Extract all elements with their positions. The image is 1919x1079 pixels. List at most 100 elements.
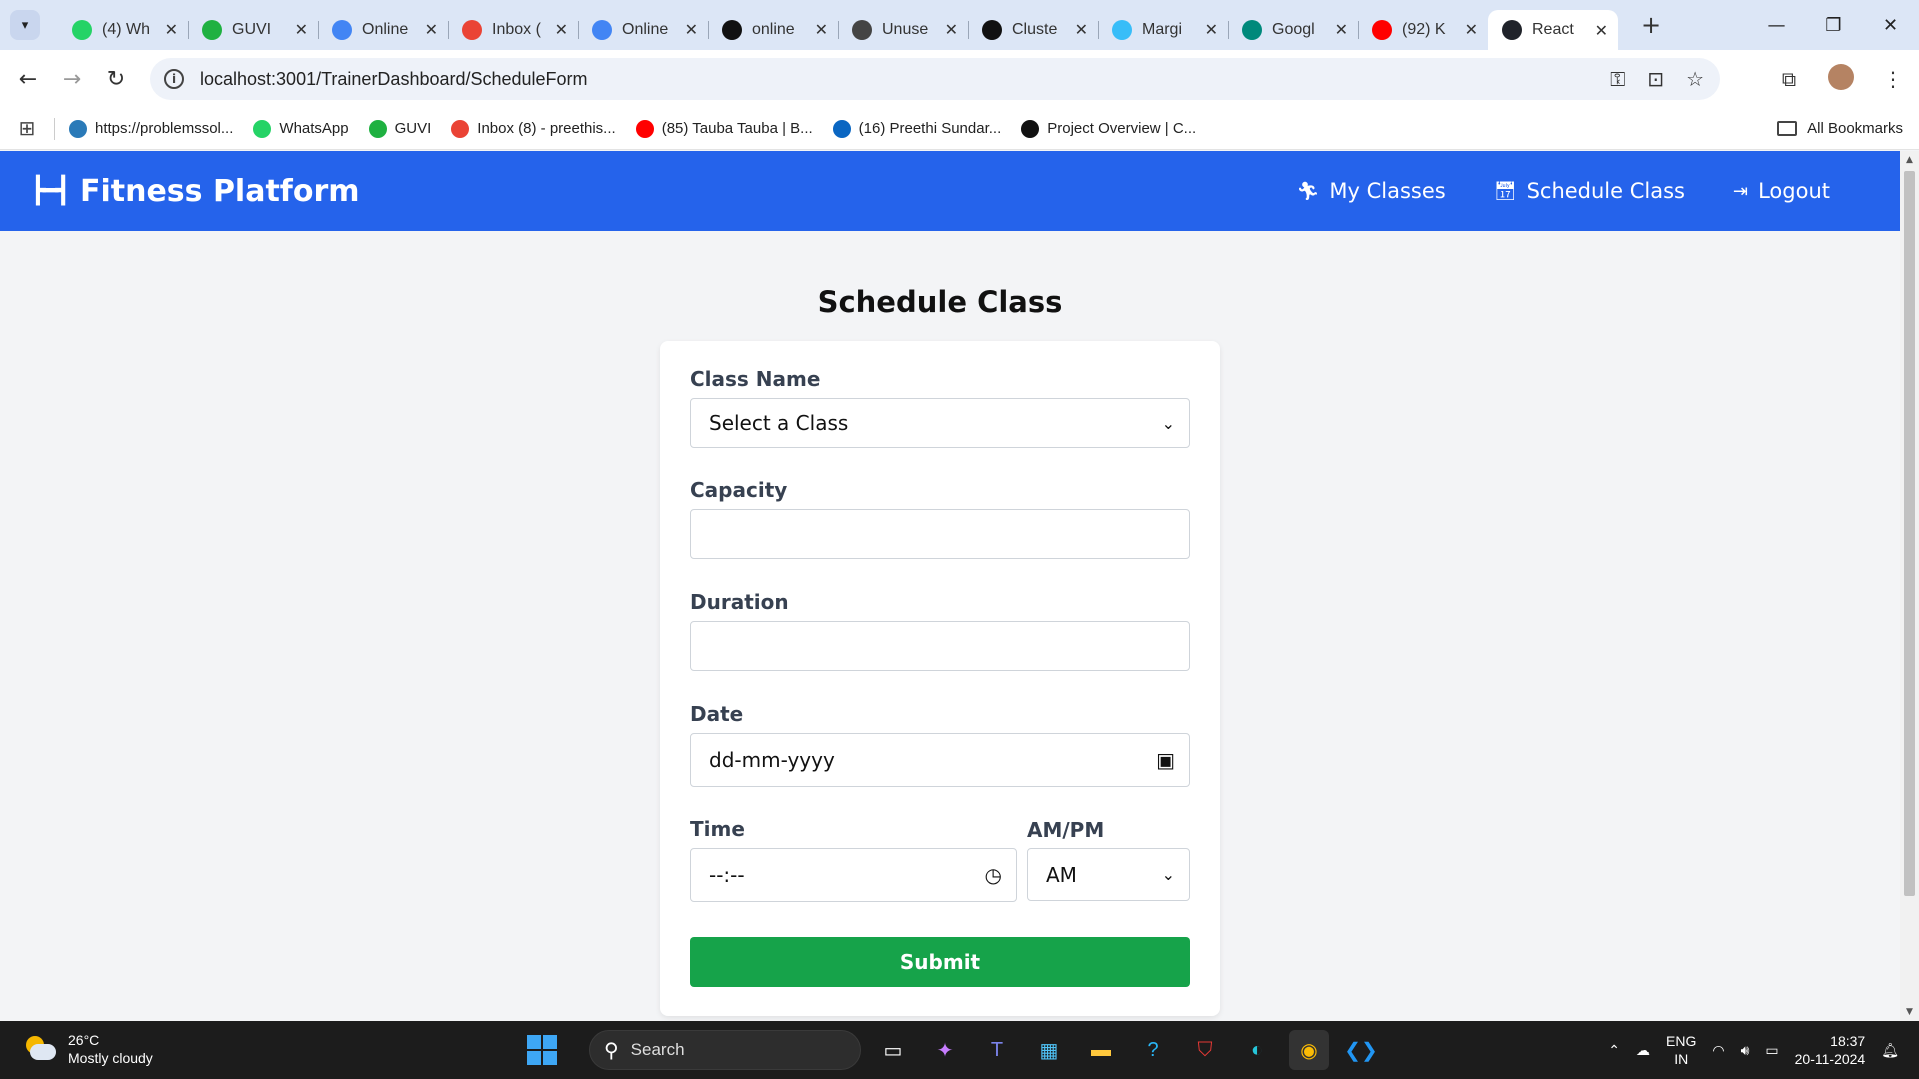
edge-icon[interactable]: ◐ — [1237, 1030, 1277, 1070]
apps-grid-icon[interactable]: ⊞ — [0, 117, 55, 140]
bookmark-item[interactable]: (16) Preethi Sundar... — [832, 119, 1001, 138]
bookmark-item[interactable]: https://problemssol... — [69, 119, 233, 138]
capacity-input[interactable] — [690, 509, 1190, 559]
teams-icon[interactable]: T — [977, 1030, 1017, 1070]
tab-close-icon[interactable]: ✕ — [1465, 20, 1478, 39]
bookmark-item[interactable]: GUVI — [368, 119, 431, 138]
time-placeholder: --:-- — [709, 863, 745, 887]
scroll-thumb[interactable] — [1904, 171, 1915, 896]
brand-logo[interactable]: ┣━┫ Fitness Platform — [30, 174, 360, 209]
nav-logout[interactable]: ⇥ Logout — [1733, 179, 1830, 203]
tab-close-icon[interactable]: ✕ — [1335, 20, 1348, 39]
browser-tab[interactable]: (4) Wh ✕ — [58, 10, 188, 50]
omnibox[interactable]: i localhost:3001/TrainerDashboard/Schedu… — [150, 58, 1720, 100]
chevron-down-icon: ⌄ — [1161, 865, 1175, 884]
calendar-picker-icon[interactable]: ▣ — [1156, 748, 1175, 772]
browser-tab[interactable]: Online ✕ — [318, 10, 448, 50]
restore-icon[interactable]: ❐ — [1805, 15, 1862, 36]
tab-close-icon[interactable]: ✕ — [165, 20, 178, 39]
battery-icon[interactable]: ▭ — [1765, 1042, 1778, 1059]
dumbbell-icon: ┣━┫ — [30, 176, 71, 206]
password-key-icon[interactable]: ⚿ — [1610, 67, 1625, 91]
bookmarks-bar: ⊞ https://problemssol... WhatsApp GUVI Inbo… — [0, 108, 1919, 150]
scroll-up-icon[interactable]: ▲ — [1900, 155, 1919, 165]
bookmark-item[interactable]: WhatsApp — [253, 119, 349, 138]
language-indicator[interactable]: ENG IN — [1666, 1032, 1696, 1068]
new-tab-button[interactable]: + — [1636, 11, 1666, 39]
reload-button[interactable]: ↻ — [94, 67, 138, 92]
chevron-up-icon[interactable]: ⌃ — [1608, 1042, 1620, 1059]
profile-avatar[interactable] — [1815, 63, 1867, 95]
github-icon — [722, 19, 742, 40]
close-window-icon[interactable]: ✕ — [1862, 15, 1919, 36]
tab-close-icon[interactable]: ✕ — [555, 20, 568, 39]
help-icon[interactable]: ? — [1133, 1030, 1173, 1070]
duration-label: Duration — [690, 590, 789, 614]
browser-tab[interactable]: React ✕ — [1488, 9, 1618, 51]
browser-tab[interactable]: (92) K ✕ — [1358, 10, 1488, 50]
time-input[interactable]: --:-- ◷ — [690, 848, 1017, 902]
copilot-icon[interactable]: ✦ — [925, 1030, 965, 1070]
duration-input[interactable] — [690, 621, 1190, 671]
bookmark-item[interactable]: (85) Tauba Tauba | B... — [635, 119, 813, 138]
weather-widget[interactable]: 26°C Mostly cloudy — [22, 1031, 153, 1067]
submit-button[interactable]: Submit — [690, 937, 1190, 987]
site-info-icon[interactable]: i — [164, 69, 184, 89]
class-name-select[interactable]: Select a Class ⌄ — [690, 398, 1190, 448]
task-view-icon[interactable]: ▭ — [873, 1030, 913, 1070]
tab-close-icon[interactable]: ✕ — [1595, 21, 1608, 40]
onedrive-icon[interactable]: ☁ — [1636, 1042, 1650, 1059]
browser-tab[interactable]: online ✕ — [708, 10, 838, 50]
file-explorer-icon[interactable]: ▬ — [1081, 1030, 1121, 1070]
notification-bell-icon[interactable]: 🔔︎ — [1881, 1042, 1899, 1059]
page-scrollbar[interactable]: ▲ ▼ — [1900, 151, 1919, 1021]
tab-close-icon[interactable]: ✕ — [425, 20, 438, 39]
tab-close-icon[interactable]: ✕ — [685, 20, 698, 39]
forward-button[interactable]: → — [50, 67, 94, 92]
whatsapp-icon — [253, 119, 272, 138]
bookmark-label: Inbox (8) - preethis... — [477, 120, 616, 137]
tab-close-icon[interactable]: ✕ — [295, 20, 308, 39]
tab-title: Online — [362, 20, 409, 38]
ampm-select[interactable]: AM ⌄ — [1027, 848, 1190, 901]
browser-tab[interactable]: Margi ✕ — [1098, 10, 1228, 50]
nav-my-classes[interactable]: 🏃︎ My Classes — [1297, 179, 1446, 203]
windows-start-icon[interactable] — [527, 1035, 557, 1065]
back-button[interactable]: ← — [6, 67, 50, 92]
tab-close-icon[interactable]: ✕ — [945, 20, 958, 39]
minimize-icon[interactable]: — — [1748, 15, 1805, 36]
bookmark-item[interactable]: Project Overview | C... — [1021, 119, 1196, 138]
browser-tab[interactable]: Unuse ✕ — [838, 10, 968, 50]
taskbar-search[interactable]: ⚲ Search — [589, 1030, 861, 1070]
tab-close-icon[interactable]: ✕ — [1075, 20, 1088, 39]
vscode-icon[interactable]: ❮❯ — [1341, 1030, 1381, 1070]
browser-tab[interactable]: Googl ✕ — [1228, 10, 1358, 50]
nav-schedule-class[interactable]: 📅︎ Schedule Class — [1494, 179, 1685, 203]
all-bookmarks-button[interactable]: All Bookmarks — [1777, 120, 1903, 137]
tab-close-icon[interactable]: ✕ — [815, 20, 828, 39]
browser-tab[interactable]: Inbox (✕ — [448, 10, 578, 50]
mcafee-icon[interactable]: ⛉ — [1185, 1030, 1225, 1070]
scroll-down-icon[interactable]: ▼ — [1900, 1007, 1919, 1017]
tab-title: Margi — [1142, 20, 1183, 38]
extensions-icon[interactable]: ⧉ — [1763, 67, 1815, 91]
tab-search-button[interactable]: ▾ — [10, 10, 40, 40]
cloud-icon — [69, 119, 87, 138]
date-input[interactable]: dd-mm-yyyy ▣ — [690, 733, 1190, 787]
bookmark-star-icon[interactable]: ☆ — [1686, 67, 1704, 91]
browser-tab[interactable]: Cluste ✕ — [968, 10, 1098, 50]
chrome-icon[interactable]: ◉ — [1289, 1030, 1329, 1070]
volume-icon[interactable]: 🔊︎ — [1741, 1042, 1750, 1059]
wifi-icon[interactable]: ◠ — [1712, 1042, 1724, 1059]
menu-kebab-icon[interactable]: ⋮ — [1867, 67, 1919, 91]
all-bookmarks-label: All Bookmarks — [1807, 120, 1903, 137]
url-text[interactable]: localhost:3001/TrainerDashboard/Schedule… — [200, 69, 588, 90]
store-icon[interactable]: ▦ — [1029, 1030, 1069, 1070]
clock[interactable]: 18:37 20-11-2024 — [1795, 1032, 1866, 1068]
clock-icon[interactable]: ◷ — [985, 863, 1002, 887]
browser-tab[interactable]: GUVI ✕ — [188, 10, 318, 50]
bookmark-item[interactable]: Inbox (8) - preethis... — [451, 119, 616, 138]
browser-tab[interactable]: Online ✕ — [578, 10, 708, 50]
install-app-icon[interactable]: ⊡ — [1647, 67, 1664, 91]
tab-close-icon[interactable]: ✕ — [1205, 20, 1218, 39]
